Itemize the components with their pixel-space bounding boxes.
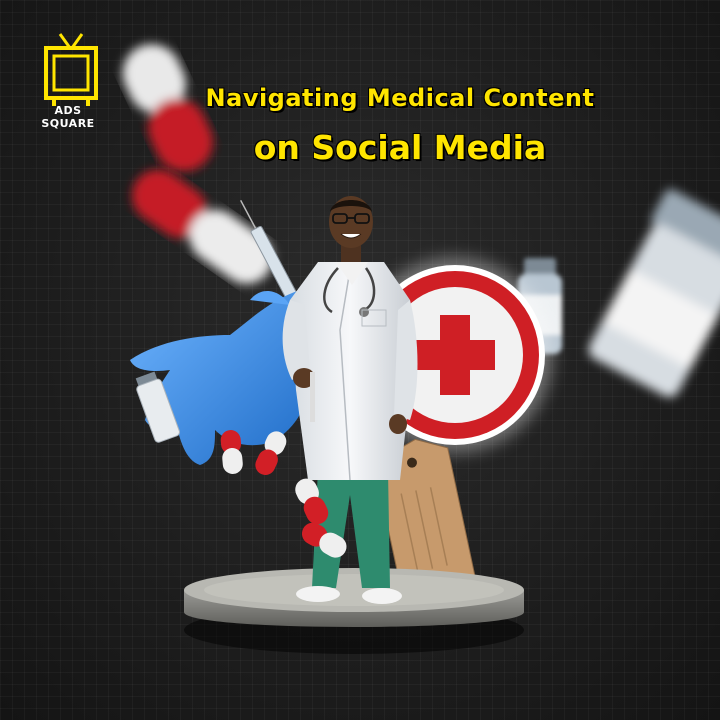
blurred-vial-right: [588, 189, 720, 398]
medical-illustration: [122, 44, 720, 654]
blurred-capsule-top: [122, 44, 213, 172]
stone-pedestal: [184, 568, 524, 654]
poster: ADS SQUARE Navigating Medical Content on…: [0, 0, 720, 720]
